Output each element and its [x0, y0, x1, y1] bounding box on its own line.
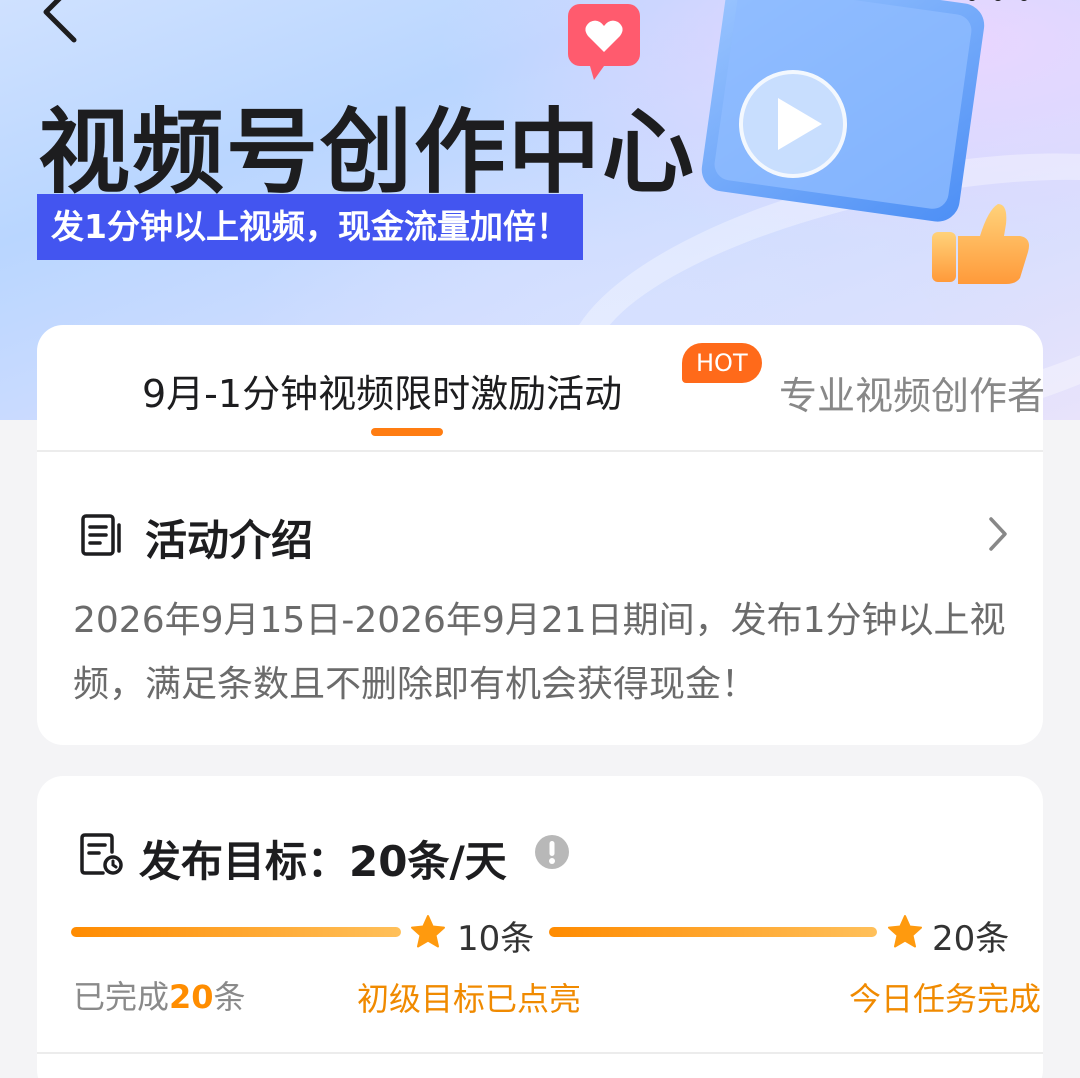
completed-prefix: 已完成 [73, 978, 170, 1016]
target-card: 发布目标：20条/天 10条 20条 已完成20条 初级目标已点亮 今日任务完成 [37, 776, 1043, 1078]
active-tab-indicator [371, 428, 443, 436]
intro-description: 2026年9月15日-2026年9月21日期间，发布1分钟以上视频，满足条数且不… [73, 600, 1006, 705]
intro-title: 活动介绍 [145, 516, 314, 565]
chevron-right-icon[interactable] [985, 515, 1011, 553]
activity-card: 9月-1分钟视频限时激励活动 HOT 专业视频创作者 活动介绍 2026年9月1… [37, 325, 1043, 745]
document-icon [81, 514, 121, 556]
tab-divider [37, 450, 1043, 452]
schedule-document-icon [80, 833, 123, 875]
page-title: 视频号创作中心 [38, 99, 697, 206]
star-icon [888, 915, 922, 948]
milestone-label: 20条 [932, 919, 1010, 959]
milestone-status: 初级目标已点亮 [357, 980, 582, 1018]
tab-one-minute-video[interactable]: 9月-1分钟视频限时激励活动 [142, 363, 622, 418]
milestone-status: 今日任务完成 [849, 980, 1042, 1018]
completed-count: 已完成20条 [73, 972, 246, 1018]
tab-professional-creator[interactable]: 专业视频创作者 [779, 365, 1043, 420]
progress-bar-second [549, 927, 877, 937]
hot-badge: HOT [682, 343, 762, 383]
promo-banner: 发1分钟以上视频，现金流量加倍！ [37, 194, 583, 260]
milestone-label: 10条 [457, 919, 535, 959]
completed-number: 20 [169, 978, 214, 1016]
completed-suffix: 条 [213, 978, 246, 1016]
back-icon[interactable] [34, 0, 94, 44]
card-divider [37, 1052, 1043, 1054]
more-icon[interactable] [960, 0, 1040, 10]
progress-bar-first [71, 927, 401, 937]
target-title: 发布目标：20条/天 [139, 837, 507, 886]
star-icon [411, 915, 445, 948]
info-icon[interactable] [534, 834, 570, 870]
